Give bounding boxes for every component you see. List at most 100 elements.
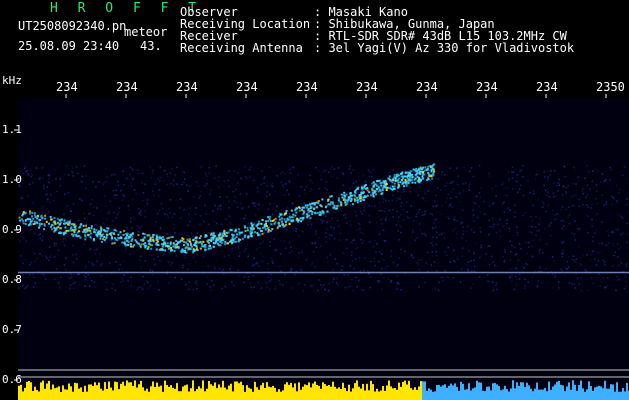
trace-dot <box>295 211 298 214</box>
noise-dot <box>563 185 565 188</box>
noise-floor-bar <box>480 382 482 400</box>
noise-dot <box>363 202 366 205</box>
noise-floor-bar <box>68 383 70 400</box>
trace-dot <box>144 242 147 245</box>
noise-floor-bar <box>176 383 178 400</box>
noise-dot <box>98 181 100 183</box>
trace-dot <box>414 181 417 184</box>
noise-dot <box>562 219 564 222</box>
noise-floor-bar <box>150 386 152 400</box>
trace-dot <box>244 234 247 237</box>
noise-dot <box>442 280 445 282</box>
trace-dot <box>95 229 98 231</box>
noise-dot <box>105 205 108 208</box>
noise-dot <box>133 218 136 221</box>
noise-dot <box>112 189 114 192</box>
noise-dot <box>93 206 95 208</box>
noise-dot <box>235 188 237 191</box>
noise-dot <box>45 194 47 196</box>
noise-floor-bar <box>252 391 254 400</box>
noise-dot <box>62 240 64 243</box>
trace-dot <box>100 240 103 243</box>
noise-dot <box>547 204 550 207</box>
noise-dot <box>85 175 87 177</box>
noise-dot <box>246 243 249 245</box>
noise-floor-bar <box>28 381 30 400</box>
noise-dot <box>140 214 142 216</box>
trace-dot <box>224 234 227 237</box>
trace-dot <box>44 217 47 220</box>
noise-dot <box>526 263 529 266</box>
trace-dot <box>212 245 215 248</box>
noise-dot <box>79 198 81 200</box>
noise-dot <box>586 165 588 167</box>
trace-dot <box>294 209 297 212</box>
x-tick-label: 234 <box>356 80 378 94</box>
trace-dot <box>362 191 365 194</box>
noise-dot <box>130 182 132 184</box>
noise-dot <box>582 192 585 195</box>
noise-dot <box>76 257 78 260</box>
trace-dot <box>238 233 241 236</box>
noise-dot <box>256 203 259 205</box>
noise-floor-bar <box>292 387 294 400</box>
noise-dot <box>450 182 452 184</box>
trace-dot <box>269 215 272 218</box>
noise-dot <box>406 211 409 213</box>
noise-dot <box>555 185 558 187</box>
noise-dot <box>545 243 548 245</box>
trace-dot <box>38 226 41 229</box>
noise-dot <box>414 239 416 241</box>
noise-dot <box>281 184 284 186</box>
trace-dot <box>265 220 267 223</box>
noise-dot <box>122 280 124 282</box>
noise-dot <box>129 166 132 168</box>
noise-dot <box>245 248 247 250</box>
noise-dot <box>251 265 254 267</box>
trace-dot <box>195 245 198 248</box>
trace-dot <box>117 233 120 236</box>
noise-dot <box>326 256 329 259</box>
noise-dot <box>488 205 491 208</box>
noise-dot <box>586 289 589 292</box>
noise-dot <box>186 234 188 237</box>
noise-dot <box>135 192 137 195</box>
noise-dot <box>253 264 255 266</box>
noise-dot <box>70 210 73 213</box>
noise-dot <box>430 242 433 245</box>
noise-dot <box>222 268 224 271</box>
noise-dot <box>374 205 376 207</box>
noise-floor-bar <box>490 390 492 400</box>
noise-floor-bar <box>202 380 204 400</box>
noise-dot <box>454 260 456 263</box>
trace-dot <box>327 200 330 202</box>
noise-dot <box>114 227 117 229</box>
noise-dot <box>348 168 350 170</box>
trace-dot <box>161 245 164 248</box>
noise-floor-bar <box>72 391 74 400</box>
noise-dot <box>179 207 181 209</box>
noise-dot <box>456 255 458 258</box>
noise-dot <box>350 241 353 244</box>
trace-dot <box>87 227 90 230</box>
noise-dot <box>69 287 71 289</box>
noise-dot <box>46 257 48 260</box>
noise-dot <box>96 248 98 251</box>
noise-dot <box>288 241 291 244</box>
noise-floor-bar <box>52 384 54 400</box>
noise-dot <box>182 181 185 184</box>
noise-floor-bar <box>158 386 160 400</box>
noise-dot <box>514 275 517 278</box>
noise-dot <box>396 197 399 199</box>
noise-floor-bar <box>180 391 182 400</box>
noise-dot <box>253 179 255 182</box>
noise-floor-bar <box>586 389 588 400</box>
trace-dot <box>127 237 130 240</box>
noise-dot <box>135 244 138 247</box>
noise-floor-bar <box>410 388 412 400</box>
trace-dot <box>212 242 215 245</box>
trace-dot <box>182 244 185 247</box>
noise-dot <box>237 269 240 271</box>
noise-dot <box>431 251 433 253</box>
noise-floor-bar <box>116 382 118 400</box>
